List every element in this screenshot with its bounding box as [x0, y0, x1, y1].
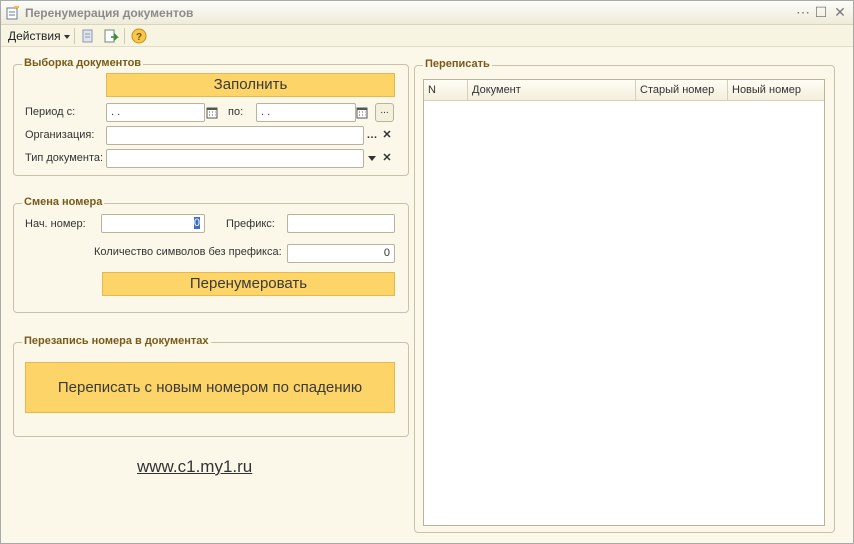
numbering-group-title: Смена номера	[22, 196, 105, 208]
period-from-value: . .	[111, 106, 121, 118]
documents-table[interactable]: N Документ Старый номер Новый номер	[423, 79, 825, 526]
export-icon[interactable]	[103, 28, 119, 44]
period-to-field[interactable]: . .	[256, 103, 356, 122]
title-bar: Перенумерация документов ⋯ ☐ ✕	[1, 1, 853, 25]
rewrite-group-title: Перезапись номера в документах	[22, 335, 211, 347]
help-icon[interactable]: ?	[131, 28, 147, 44]
column-header-document[interactable]: Документ	[468, 80, 636, 101]
doctype-field[interactable]	[106, 149, 364, 168]
start-number-value: 0	[193, 217, 200, 229]
chevron-down-icon	[63, 34, 70, 39]
calendar-icon[interactable]	[204, 104, 220, 121]
main-window: Перенумерация документов ⋯ ☐ ✕ Действия …	[0, 0, 854, 544]
fill-button[interactable]: Заполнить	[106, 73, 395, 97]
count-label: Количество символов без префикса:	[94, 246, 282, 258]
toolbar-divider	[74, 28, 75, 44]
toolbar: Действия ?	[1, 25, 853, 47]
prefix-field[interactable]	[287, 214, 395, 233]
dropdown-arrow-icon[interactable]	[364, 150, 380, 167]
clear-icon[interactable]: ✕	[379, 150, 395, 167]
period-select-button[interactable]: ...	[375, 103, 394, 122]
start-number-field[interactable]: 0	[101, 214, 205, 233]
start-number-label: Нач. номер:	[25, 218, 86, 230]
org-field[interactable]	[106, 126, 364, 145]
period-from-field[interactable]: . .	[106, 103, 205, 122]
actions-menu[interactable]: Действия	[8, 29, 70, 43]
rewrite-table-title: Переписать	[423, 58, 492, 70]
column-header-new-number[interactable]: Новый номер	[728, 80, 824, 101]
clear-icon[interactable]: ✕	[379, 127, 395, 144]
more-menu-icon[interactable]: ⋯	[795, 4, 811, 20]
period-to-value: . .	[261, 106, 271, 118]
prefix-label: Префикс:	[226, 218, 275, 230]
actions-label: Действия	[8, 29, 61, 43]
window-title: Перенумерация документов	[25, 6, 194, 20]
maximize-icon[interactable]: ☐	[813, 4, 829, 20]
count-field[interactable]: 0	[287, 244, 395, 263]
document-icon[interactable]	[80, 28, 96, 44]
renumber-button[interactable]: Перенумеровать	[102, 272, 395, 296]
close-icon[interactable]: ✕	[832, 4, 848, 20]
column-header-old-number[interactable]: Старый номер	[636, 80, 728, 101]
period-to-label: по:	[228, 106, 244, 118]
svg-text:?: ?	[136, 32, 142, 43]
count-value: 0	[383, 247, 390, 259]
select-ellipsis-icon[interactable]: …	[364, 127, 380, 144]
rewrite-button[interactable]: Переписать с новым номером по спадению	[25, 362, 395, 413]
selection-group-title: Выборка документов	[22, 57, 144, 69]
document-edit-icon	[6, 6, 19, 20]
org-label: Организация:	[25, 129, 95, 141]
period-from-label: Период с:	[25, 106, 76, 118]
doctype-label: Тип документа:	[25, 152, 104, 164]
toolbar-divider	[124, 28, 125, 44]
site-link[interactable]: www.c1.my1.ru	[137, 457, 252, 477]
column-header-n[interactable]: N	[424, 80, 468, 101]
calendar-icon[interactable]	[354, 104, 370, 121]
table-header: N Документ Старый номер Новый номер	[424, 80, 824, 101]
